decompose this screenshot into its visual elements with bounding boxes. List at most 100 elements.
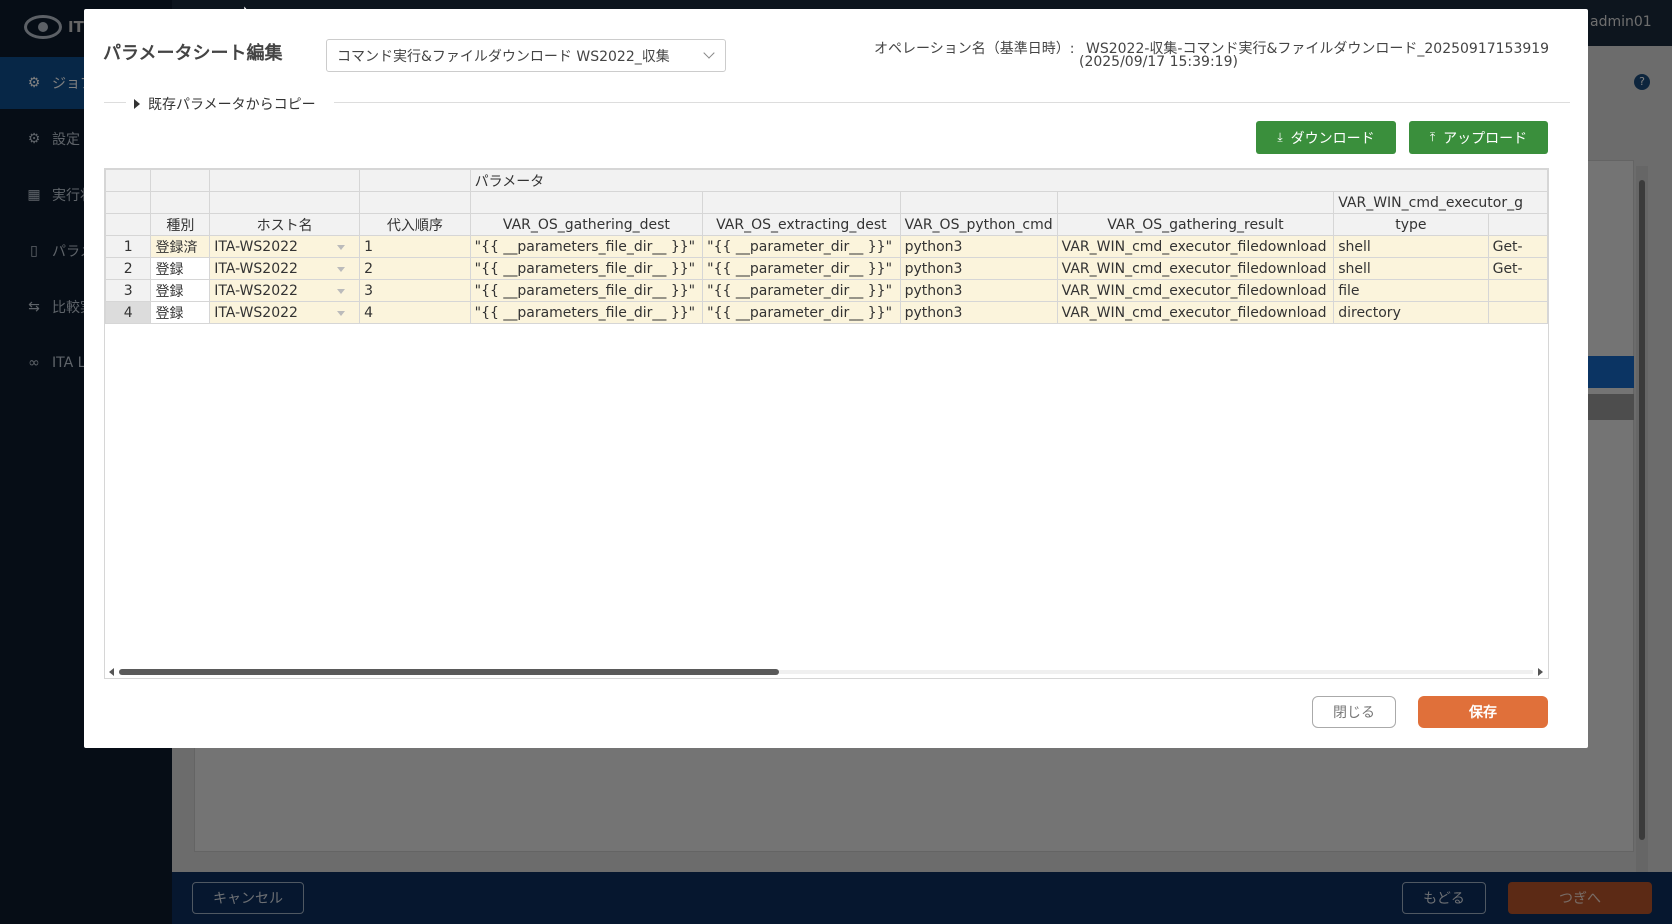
cell-order[interactable]: 1 <box>359 235 471 258</box>
download-icon: ⤓ <box>1277 130 1283 144</box>
parameter-sheet-select[interactable]: コマンド実行&ファイルダウンロード WS2022_収集 <box>326 39 726 72</box>
cmd-executor-group-header: VAR_WIN_cmd_executor_g <box>1333 191 1548 214</box>
scroll-right-icon[interactable] <box>1538 668 1543 676</box>
row-number[interactable]: 4 <box>105 301 152 324</box>
dropdown-arrow-icon[interactable] <box>337 245 346 250</box>
cell-extra[interactable] <box>1487 279 1548 302</box>
save-button[interactable]: 保存 <box>1418 696 1548 728</box>
cell-kind[interactable]: 登録済 <box>150 235 211 258</box>
cell-python-cmd[interactable]: python3 <box>899 235 1058 258</box>
row-number[interactable]: 3 <box>105 279 152 302</box>
column-header-row: 種別 ホスト名 代入順序 VAR_OS_gathering_dest VAR_O… <box>105 213 1548 236</box>
cell-extracting-dest[interactable]: "{{ __parameter_dir__ }}" <box>702 257 901 280</box>
cell-extra[interactable] <box>1487 301 1548 324</box>
cell-kind[interactable]: 登録 <box>150 279 211 302</box>
table-row[interactable]: 1 登録済 ITA-WS2022 1 "{{ __parameters_file_dir… <box>105 235 1548 258</box>
download-button[interactable]: ⤓ ダウンロード <box>1256 121 1396 154</box>
cell-type[interactable]: file <box>1333 279 1489 302</box>
copy-from-existing-toggle[interactable]: 既存パラメータからコピー <box>134 94 316 114</box>
cell-gathering-result[interactable]: VAR_WIN_cmd_executor_filedownload <box>1056 257 1335 280</box>
cell-gathering-dest[interactable]: "{{ __parameters_file_dir__ }}" <box>469 301 704 324</box>
table-row[interactable]: 3 登録 ITA-WS2022 3 "{{ __parameters_file_dir_… <box>105 279 1548 302</box>
cell-gathering-result[interactable]: VAR_WIN_cmd_executor_filedownload <box>1056 301 1335 324</box>
column-header-python-cmd[interactable]: VAR_OS_python_cmd <box>899 213 1058 236</box>
operation-label: オペレーション名（基準日時）: <box>874 41 1075 57</box>
cell-host[interactable]: ITA-WS2022 <box>209 301 361 324</box>
divider <box>334 102 1570 103</box>
upload-icon: ⤒ <box>1429 130 1436 144</box>
upload-button[interactable]: ⤒ アップロード <box>1409 121 1548 154</box>
cell-order[interactable]: 2 <box>359 257 471 280</box>
select-value: コマンド実行&ファイルダウンロード WS2022_収集 <box>337 48 670 65</box>
host-value: ITA-WS2022 <box>214 282 298 299</box>
header-row-group: パラメータ <box>105 169 1548 192</box>
caret-right-icon <box>134 99 140 109</box>
cell-python-cmd[interactable]: python3 <box>899 301 1058 324</box>
cell-gathering-dest[interactable]: "{{ __parameters_file_dir__ }}" <box>469 235 704 258</box>
cell-gathering-dest[interactable]: "{{ __parameters_file_dir__ }}" <box>469 279 704 302</box>
host-value: ITA-WS2022 <box>214 260 298 277</box>
row-number[interactable]: 1 <box>105 235 152 258</box>
cell-python-cmd[interactable]: python3 <box>899 279 1058 302</box>
modal-title: パラメータシート編集 <box>103 43 283 64</box>
cell-extracting-dest[interactable]: "{{ __parameter_dir__ }}" <box>702 301 901 324</box>
cell-kind[interactable]: 登録 <box>150 257 211 280</box>
header-cell <box>1056 191 1335 214</box>
column-header-kind[interactable]: 種別 <box>150 213 211 236</box>
header-cell <box>209 191 361 214</box>
column-header-host[interactable]: ホスト名 <box>209 213 361 236</box>
cell-extracting-dest[interactable]: "{{ __parameter_dir__ }}" <box>702 279 901 302</box>
copy-section: 既存パラメータからコピー <box>104 95 1570 113</box>
column-header-order[interactable]: 代入順序 <box>359 213 471 236</box>
host-value: ITA-WS2022 <box>214 304 298 321</box>
cell-extra[interactable]: Get- <box>1487 235 1548 258</box>
cell-type[interactable]: directory <box>1333 301 1489 324</box>
parameter-group-header: パラメータ <box>469 169 1548 192</box>
dropdown-arrow-icon[interactable] <box>337 267 346 272</box>
dropdown-arrow-icon[interactable] <box>337 311 346 316</box>
header-cell <box>105 191 152 214</box>
cell-order[interactable]: 4 <box>359 301 471 324</box>
header-cell <box>105 169 152 192</box>
column-header-gathering-result[interactable]: VAR_OS_gathering_result <box>1056 213 1335 236</box>
header-cell <box>469 191 704 214</box>
divider <box>104 102 126 103</box>
column-header-extra[interactable] <box>1487 213 1548 236</box>
table-row[interactable]: 2 登録 ITA-WS2022 2 "{{ __parameters_file_dir_… <box>105 257 1548 280</box>
header-cell <box>899 191 1058 214</box>
scroll-left-icon[interactable] <box>109 668 114 676</box>
header-cell <box>209 169 361 192</box>
parameter-grid[interactable]: パラメータ VAR_WIN_cmd_executor_g 種別 ホスト名 代入順… <box>104 168 1549 679</box>
parameter-sheet-modal: パラメータシート編集 コマンド実行&ファイルダウンロード WS2022_収集 オ… <box>84 9 1588 748</box>
table-row[interactable]: 4 登録 ITA-WS2022 4 "{{ __parameters_file_dir_… <box>105 301 1548 324</box>
cell-type[interactable]: shell <box>1333 235 1489 258</box>
cell-type[interactable]: shell <box>1333 257 1489 280</box>
scrollbar-thumb[interactable] <box>119 669 779 675</box>
header-cell <box>105 213 152 236</box>
cell-extracting-dest[interactable]: "{{ __parameter_dir__ }}" <box>702 235 901 258</box>
header-cell <box>359 169 471 192</box>
header-row-subgroup: VAR_WIN_cmd_executor_g <box>105 191 1548 214</box>
cell-host[interactable]: ITA-WS2022 <box>209 279 361 302</box>
close-button[interactable]: 閉じる <box>1312 696 1396 728</box>
parameter-table: パラメータ VAR_WIN_cmd_executor_g 種別 ホスト名 代入順… <box>105 169 1548 324</box>
header-cell <box>702 191 901 214</box>
row-number[interactable]: 2 <box>105 257 152 280</box>
cell-python-cmd[interactable]: python3 <box>899 257 1058 280</box>
cell-host[interactable]: ITA-WS2022 <box>209 257 361 280</box>
column-header-extracting-dest[interactable]: VAR_OS_extracting_dest <box>702 213 901 236</box>
horizontal-scrollbar[interactable] <box>107 665 1545 677</box>
cell-host[interactable]: ITA-WS2022 <box>209 235 361 258</box>
cell-gathering-dest[interactable]: "{{ __parameters_file_dir__ }}" <box>469 257 704 280</box>
cell-extra[interactable]: Get- <box>1487 257 1548 280</box>
column-header-type[interactable]: type <box>1333 213 1489 236</box>
column-header-gathering-dest[interactable]: VAR_OS_gathering_dest <box>469 213 704 236</box>
cell-gathering-result[interactable]: VAR_WIN_cmd_executor_filedownload <box>1056 279 1335 302</box>
dropdown-arrow-icon[interactable] <box>337 289 346 294</box>
header-cell <box>150 191 211 214</box>
cell-order[interactable]: 3 <box>359 279 471 302</box>
operation-date: (2025/09/17 15:39:19) <box>1079 54 1238 70</box>
header-cell <box>359 191 471 214</box>
cell-gathering-result[interactable]: VAR_WIN_cmd_executor_filedownload <box>1056 235 1335 258</box>
cell-kind[interactable]: 登録 <box>150 301 211 324</box>
